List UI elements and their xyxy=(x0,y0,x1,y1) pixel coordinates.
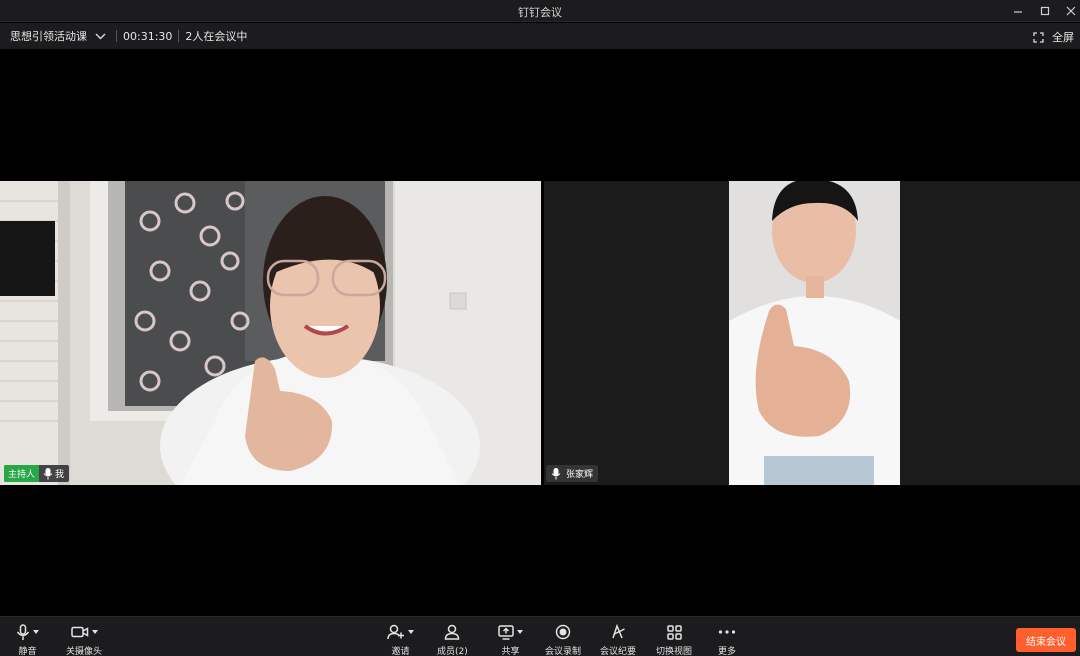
maximize-icon xyxy=(1040,6,1050,16)
chevron-down-icon[interactable] xyxy=(91,630,98,634)
record-button[interactable]: 会议录制 xyxy=(545,623,581,656)
close-button[interactable] xyxy=(1058,0,1080,22)
fullscreen-label: 全屏 xyxy=(1052,31,1074,44)
end-meeting-button[interactable]: 结束会议 xyxy=(1016,628,1076,652)
screen-share-icon xyxy=(498,624,514,640)
divider xyxy=(178,30,180,42)
mute-label: 静音 xyxy=(18,647,37,656)
microphone-icon xyxy=(551,467,561,480)
host-video-feed xyxy=(0,181,541,485)
camera-label: 关摄像头 xyxy=(66,647,103,656)
divider xyxy=(116,30,117,42)
chevron-down-icon[interactable] xyxy=(33,630,39,634)
add-user-icon xyxy=(387,624,404,640)
record-label: 会议录制 xyxy=(545,647,582,656)
record-icon xyxy=(555,624,571,640)
title-bar: 钉钉会议 xyxy=(0,0,1080,22)
host-name: 我 xyxy=(55,470,65,480)
meeting-toolbar: 静音 关摄像头 邀请 成员(2) 共享 会议录制 会议纪要 切换视图 更多 结束… xyxy=(0,616,1080,656)
guest-video-tile[interactable]: 张家辉 xyxy=(544,181,1080,485)
more-dots-icon xyxy=(718,630,736,634)
user-icon xyxy=(445,624,460,640)
host-name-tag: 主持人 我 xyxy=(4,465,70,482)
switch-view-label: 切换视图 xyxy=(656,647,693,656)
invite-label: 邀请 xyxy=(391,647,410,656)
chevron-down-icon[interactable] xyxy=(408,630,414,634)
maximize-button[interactable] xyxy=(1032,0,1058,22)
host-role-badge: 主持人 xyxy=(4,465,40,482)
minimize-button[interactable] xyxy=(1005,0,1031,22)
chevron-down-icon[interactable] xyxy=(517,630,523,634)
guest-name-tag: 张家辉 xyxy=(546,465,599,482)
minimize-icon xyxy=(1014,11,1022,13)
mute-button[interactable]: 静音 xyxy=(16,623,39,656)
elapsed-time: 00:31:30 xyxy=(123,29,173,43)
grid-view-icon xyxy=(666,624,682,640)
fullscreen-icon xyxy=(1033,31,1044,43)
video-camera-icon xyxy=(70,626,88,638)
meeting-name: 思想引领活动课 xyxy=(10,30,87,43)
meeting-name-dropdown[interactable]: 思想引领活动课 xyxy=(10,28,106,44)
switch-view-button[interactable]: 切换视图 xyxy=(656,623,692,656)
invite-button[interactable]: 邀请 xyxy=(387,623,414,656)
chevron-down-icon xyxy=(95,33,106,39)
window-title: 钉钉会议 xyxy=(518,6,562,19)
host-video-tile[interactable]: 主持人 我 xyxy=(0,181,541,485)
video-stage: 主持人 我 张家辉 xyxy=(0,49,1080,616)
share-label: 共享 xyxy=(501,647,520,656)
participant-count: 2人在会议中 xyxy=(185,30,248,43)
minutes-label: 会议纪要 xyxy=(600,647,637,656)
share-button[interactable]: 共享 xyxy=(498,623,523,656)
fullscreen-button[interactable]: 全屏 xyxy=(1033,29,1074,45)
guest-video-feed xyxy=(544,181,1080,485)
guest-name: 张家辉 xyxy=(566,470,594,480)
more-button[interactable]: 更多 xyxy=(718,623,736,656)
ai-notes-icon xyxy=(612,624,625,639)
minutes-button[interactable]: 会议纪要 xyxy=(600,623,636,656)
microphone-icon xyxy=(16,623,30,640)
meeting-info-bar: 思想引领活动课 00:31:30 2人在会议中 全屏 xyxy=(0,23,1080,49)
more-label: 更多 xyxy=(718,647,737,656)
camera-button[interactable]: 关摄像头 xyxy=(66,623,102,656)
microphone-icon xyxy=(43,467,53,480)
close-icon xyxy=(1066,6,1076,16)
members-button[interactable]: 成员(2) xyxy=(437,623,468,656)
members-label: 成员(2) xyxy=(437,647,468,656)
